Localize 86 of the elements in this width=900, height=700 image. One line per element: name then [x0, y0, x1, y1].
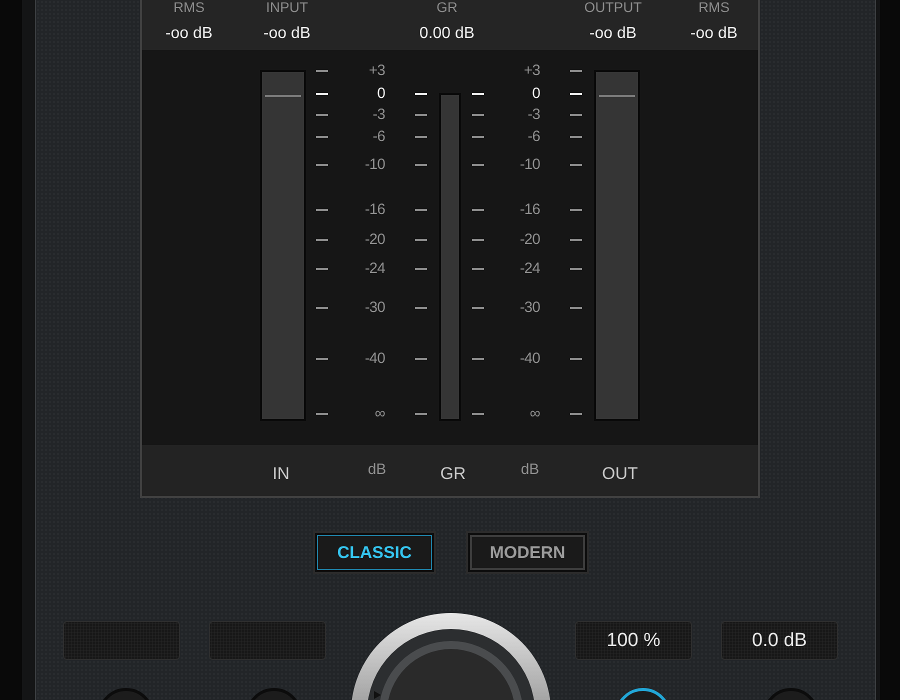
scale-label: -40	[520, 352, 540, 366]
scale-tick	[415, 164, 427, 166]
scale-tick	[472, 114, 484, 116]
scale-tick	[472, 209, 484, 211]
scale-tick	[570, 114, 582, 116]
scale-tick	[415, 268, 427, 270]
scale-label: -16	[364, 203, 385, 217]
scale-tick	[472, 268, 484, 270]
scale-tick	[570, 93, 582, 95]
scale-label: -30	[520, 301, 540, 315]
scale-label: -6	[528, 130, 540, 144]
scale-tick	[472, 164, 484, 166]
scale-label: -20	[520, 233, 540, 247]
large-knob[interactable]	[351, 613, 551, 700]
level-readout: -oo dB	[690, 25, 738, 43]
meter-label: GR	[436, 0, 458, 14]
scale-tick	[570, 136, 582, 138]
mode-button[interactable]: CLASSIC	[315, 533, 434, 572]
level-readout: -oo dB	[165, 25, 213, 43]
meter-label: GR	[439, 464, 467, 484]
scale-label: -3	[372, 108, 385, 122]
scale-tick	[316, 164, 328, 166]
scale-label: -3	[528, 108, 540, 122]
scale-tick	[570, 239, 582, 241]
scale-tick	[316, 70, 328, 72]
scale-label: -40	[364, 352, 385, 366]
level-readout: 0.00 dB	[419, 25, 475, 43]
scale-label: +3	[524, 64, 540, 78]
scale-label: -10	[520, 158, 540, 172]
scale-label: 0	[377, 87, 385, 101]
scale-label: -10	[364, 158, 385, 172]
scale-tick	[570, 358, 582, 360]
unit-label: dB	[366, 461, 388, 478]
mode-button[interactable]: MODERN	[468, 533, 587, 572]
scale-tick	[316, 114, 328, 116]
scale-tick	[570, 164, 582, 166]
scale-tick	[415, 358, 427, 360]
value-display[interactable]: 0.0 dB	[721, 621, 838, 660]
scale-label: ∞	[530, 407, 540, 421]
scale-tick	[415, 114, 427, 116]
level-readout: -oo dB	[589, 25, 637, 43]
scale-tick	[316, 136, 328, 138]
scale-tick	[472, 413, 484, 415]
scale-tick	[316, 307, 328, 309]
meter-label: IN	[272, 464, 290, 484]
scale-tick	[316, 239, 328, 241]
scale-tick	[415, 413, 427, 415]
level-readout: -oo dB	[263, 25, 311, 43]
scale-label: 0	[532, 87, 540, 101]
scale-tick	[570, 307, 582, 309]
scale-tick	[316, 209, 328, 211]
scale-label: -24	[520, 262, 540, 276]
scale-tick	[415, 307, 427, 309]
meter-label: RMS	[698, 0, 730, 14]
scale-tick	[570, 209, 582, 211]
scale-tick	[472, 307, 484, 309]
scale-label: -16	[520, 203, 540, 217]
scale-tick	[472, 93, 484, 95]
scale-label: -24	[364, 262, 385, 276]
scale-label: ∞	[374, 407, 385, 421]
scale-tick	[316, 268, 328, 270]
scale-tick	[472, 358, 484, 360]
scale-tick	[415, 209, 427, 211]
scale-tick	[472, 136, 484, 138]
scale-tick	[415, 136, 427, 138]
scale-tick	[316, 93, 328, 95]
scale-tick	[570, 268, 582, 270]
unit-label: dB	[520, 461, 540, 478]
value-display[interactable]: 100 %	[575, 621, 692, 660]
scale-tick	[570, 70, 582, 72]
scale-label: -30	[364, 301, 385, 315]
meter-label: RMS	[173, 0, 205, 14]
peak-line	[265, 95, 301, 97]
scale-label: +3	[368, 64, 385, 78]
scale-tick	[316, 358, 328, 360]
scale-label: -6	[372, 130, 385, 144]
scale-tick	[415, 93, 427, 95]
scale-tick	[472, 239, 484, 241]
scale-tick	[415, 239, 427, 241]
meter-label: INPUT	[266, 0, 308, 14]
scale-tick	[570, 413, 582, 415]
meter-label: OUTPUT	[584, 0, 642, 14]
meter-label: OUT	[601, 464, 639, 484]
scale-label: -20	[364, 233, 385, 247]
peak-line	[599, 95, 635, 97]
scale-tick	[316, 413, 328, 415]
